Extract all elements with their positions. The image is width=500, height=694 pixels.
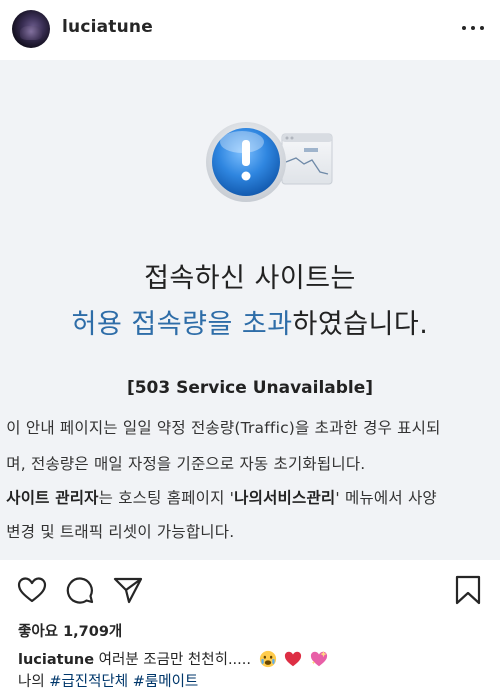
hashtag-link[interactable]: #급진적단체 (49, 674, 128, 690)
caption-text: 여러분 조금만 천천히..... (94, 652, 251, 668)
error-title: [503 Service Unavailable] (126, 378, 374, 398)
caption: luciatune 여러분 조금만 천천히..... (18, 648, 328, 669)
notice-line-3: · 사이트 관리자는 호스팅 홈페이지 '나의서비스관리' 메뉴에서 사양 (0, 486, 500, 508)
post-image: 접속하신 사이트는 허용 접속량을 초과하였습니다. [503 Service … (0, 60, 500, 560)
caption-username[interactable]: luciatune (18, 652, 94, 668)
share-icon[interactable] (112, 574, 144, 606)
post-header: luciatune (0, 0, 500, 58)
heart-icon[interactable] (16, 574, 48, 606)
heading-highlight: 허용 접속량을 초과 (71, 309, 293, 340)
crying-emoji (259, 650, 276, 668)
comment-icon[interactable] (64, 574, 96, 606)
hashtag-link[interactable]: #룸메이트 (133, 674, 199, 690)
bookmark-icon[interactable] (452, 574, 484, 606)
heading-rest: 하였습니다. (292, 309, 429, 340)
action-bar (0, 566, 500, 612)
heading-line-2: 허용 접속량을 초과하였습니다. (0, 302, 500, 341)
more-icon[interactable] (462, 20, 484, 36)
notice-text-4: 변경 및 트래픽 리셋이 가능합니다. (6, 523, 235, 541)
notice-bold-admin: 사이트 관리자 (6, 489, 99, 507)
post-username[interactable]: luciatune (62, 17, 153, 37)
notice-text-2: 며, 전송량은 매일 자정을 기준으로 자동 초기화됩니다. (6, 455, 366, 473)
alert-icon (204, 112, 336, 212)
notice-text-3a: 는 호스팅 홈페이지 ' (98, 489, 235, 507)
notice-text-3b: ' 메뉴에서 사양 (335, 489, 437, 507)
caption-tags: 나의 #급진적단체 #룸메이트 (18, 670, 198, 691)
red-heart-emoji (285, 651, 302, 667)
notice-text-1: 이 안내 페이지는 일일 약정 전송량(Traffic)을 초과한 경우 표시되 (6, 419, 441, 437)
notice-bold-menu: 나의서비스관리 (234, 489, 336, 507)
avatar[interactable] (12, 10, 50, 48)
sparkling-heart-emoji (310, 650, 327, 667)
tag-prefix: 나의 (18, 674, 50, 690)
heading-line-1: 접속하신 사이트는 (144, 263, 356, 294)
notice-line-2: 며, 전송량은 매일 자정을 기준으로 자동 초기화됩니다. (0, 452, 500, 474)
notice-line-1: · 이 안내 페이지는 일일 약정 전송량(Traffic)을 초과한 경우 표… (0, 416, 500, 438)
notice-line-4: 변경 및 트래픽 리셋이 가능합니다. (0, 520, 500, 542)
likes-count[interactable]: 좋아요 1,709개 (18, 620, 122, 641)
